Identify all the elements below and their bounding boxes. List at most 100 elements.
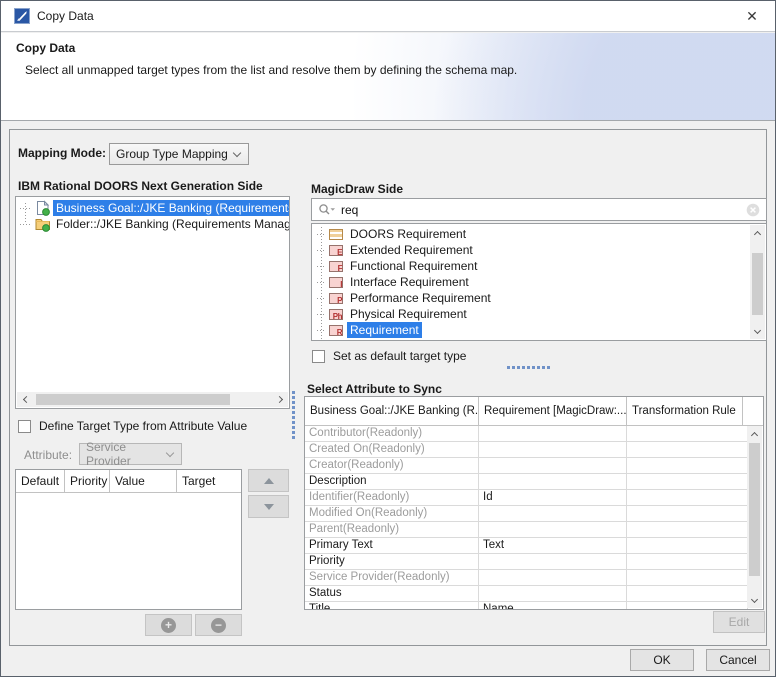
tree-connector: [317, 330, 326, 331]
type-list-item[interactable]: PPerformance Requirement: [312, 290, 750, 306]
value-table-column-header[interactable]: Priority: [65, 470, 110, 492]
attribute-cell-target: Id: [479, 490, 627, 505]
folder-icon: [35, 216, 51, 232]
scroll-down-icon[interactable]: [750, 324, 765, 339]
search-input[interactable]: req: [341, 203, 746, 217]
requirement-type-icon: Ph: [329, 309, 343, 320]
window-title: Copy Data: [37, 9, 94, 23]
define-target-type-row: Define Target Type from Attribute Value: [18, 419, 247, 433]
chevron-down-icon: [166, 449, 174, 457]
copy-data-dialog: Copy Data ✕ Copy Data Select all unmappe…: [0, 0, 776, 677]
default-target-type-label: Set as default target type: [333, 349, 466, 363]
value-mapping-table: DefaultPriorityValueTarget: [15, 469, 242, 610]
down-triangle-icon: [264, 504, 274, 510]
header-title: Copy Data: [16, 41, 75, 55]
tree-connector: [317, 298, 326, 299]
mapping-mode-value: Group Type Mapping: [116, 147, 228, 161]
tree-connector: [317, 282, 326, 283]
value-table-column-header[interactable]: Value: [110, 470, 177, 492]
value-table-column-header[interactable]: Target: [177, 470, 241, 492]
scroll-up-icon[interactable]: [750, 225, 765, 240]
attribute-cell-rule: [627, 586, 748, 601]
doors-tree-panel: Business Goal::/JKE Banking (Requirement…: [15, 196, 290, 409]
tree-connector: [317, 266, 326, 267]
attribute-table-scrollbar[interactable]: [747, 426, 762, 608]
attribute-table-header-filler: [743, 397, 763, 425]
attribute-select[interactable]: Service Provider: [79, 443, 182, 465]
scroll-left-icon[interactable]: [17, 392, 32, 407]
tree-item[interactable]: Folder::/JKE Banking (Requirements Manag…: [16, 216, 289, 232]
attribute-row[interactable]: Contributor(Readonly): [305, 426, 748, 442]
close-icon[interactable]: ✕: [741, 6, 763, 26]
attribute-cell-target: [479, 586, 627, 601]
doors-side-title: IBM Rational DOORS Next Generation Side: [18, 179, 263, 193]
attribute-row[interactable]: Primary TextText: [305, 538, 748, 554]
type-list-item[interactable]: EExtended Requirement: [312, 242, 750, 258]
attribute-row[interactable]: Status: [305, 586, 748, 602]
attribute-cell-rule: [627, 458, 748, 473]
ok-button[interactable]: OK: [630, 649, 694, 671]
tree-item-label: Business Goal::/JKE Banking (Requirement…: [53, 200, 290, 216]
default-target-type-checkbox[interactable]: [312, 350, 325, 363]
attribute-row[interactable]: Parent(Readonly): [305, 522, 748, 538]
horizontal-splitter-handle[interactable]: [507, 366, 550, 369]
attribute-table-column-header[interactable]: Business Goal::/JKE Banking (R...: [305, 397, 479, 425]
attribute-cell-rule: [627, 474, 748, 489]
attribute-cell-source: Modified On(Readonly): [305, 506, 479, 521]
move-up-button[interactable]: [248, 469, 289, 492]
type-list-item[interactable]: I Interface Requirement: [312, 274, 750, 290]
scrollbar-thumb[interactable]: [752, 253, 763, 315]
title-bar: Copy Data ✕: [1, 1, 775, 32]
attribute-table-column-header[interactable]: Requirement [MagicDraw:...: [479, 397, 627, 425]
doors-requirement-icon: [329, 229, 343, 240]
define-target-type-checkbox[interactable]: [18, 420, 31, 433]
type-list-item[interactable]: RRequirement: [312, 322, 750, 338]
value-table-column-header[interactable]: Default: [16, 470, 65, 492]
attribute-row[interactable]: Description: [305, 474, 748, 490]
type-list-item[interactable]: PhPhysical Requirement: [312, 306, 750, 322]
attribute-cell-target: [479, 442, 627, 457]
scrollbar-thumb[interactable]: [36, 394, 230, 405]
magicdraw-side-title: MagicDraw Side: [311, 182, 403, 196]
tree-horizontal-scrollbar[interactable]: [17, 392, 288, 407]
tree-item[interactable]: Business Goal::/JKE Banking (Requirement…: [16, 200, 289, 216]
attribute-cell-rule: [627, 554, 748, 569]
attribute-row[interactable]: Created On(Readonly): [305, 442, 748, 458]
chevron-down-icon: [233, 149, 241, 157]
type-item-label: DOORS Requirement: [347, 226, 469, 242]
cancel-button[interactable]: Cancel: [706, 649, 770, 671]
type-list-item[interactable]: FFunctional Requirement: [312, 258, 750, 274]
attribute-cell-source: Created On(Readonly): [305, 442, 479, 457]
add-row-button[interactable]: +: [145, 614, 192, 636]
attribute-cell-rule: [627, 602, 748, 609]
attribute-row[interactable]: Identifier(Readonly)Id: [305, 490, 748, 506]
type-item-label: Interface Requirement: [347, 274, 472, 290]
attribute-cell-source: Primary Text: [305, 538, 479, 553]
scroll-down-icon[interactable]: [747, 593, 762, 608]
search-icon: [318, 203, 336, 217]
requirement-type-icon: I: [329, 277, 343, 288]
clear-search-icon[interactable]: [746, 203, 760, 217]
attribute-select-value: Service Provider: [86, 440, 167, 468]
attribute-table-column-header[interactable]: Transformation Rule: [627, 397, 743, 425]
vertical-splitter-handle[interactable]: [292, 391, 295, 439]
attribute-cell-rule: [627, 570, 748, 585]
attribute-row[interactable]: Creator(Readonly): [305, 458, 748, 474]
move-down-button[interactable]: [248, 495, 289, 518]
scrollbar-thumb[interactable]: [749, 443, 760, 576]
attribute-row[interactable]: TitleName: [305, 602, 748, 609]
scroll-right-icon[interactable]: [273, 392, 288, 407]
mapping-mode-select[interactable]: Group Type Mapping: [109, 143, 249, 165]
tree-connector: [20, 208, 32, 209]
search-box[interactable]: req: [311, 198, 767, 221]
default-target-type-row: Set as default target type: [312, 349, 466, 363]
attribute-row[interactable]: Modified On(Readonly): [305, 506, 748, 522]
type-list-item[interactable]: DOORS Requirement: [312, 226, 750, 242]
remove-row-button[interactable]: −: [195, 614, 242, 636]
attribute-cell-source: Creator(Readonly): [305, 458, 479, 473]
type-list-scrollbar[interactable]: [750, 225, 765, 339]
attribute-row[interactable]: Priority: [305, 554, 748, 570]
scroll-up-icon[interactable]: [747, 426, 762, 441]
edit-button[interactable]: Edit: [713, 611, 765, 633]
attribute-row[interactable]: Service Provider(Readonly): [305, 570, 748, 586]
